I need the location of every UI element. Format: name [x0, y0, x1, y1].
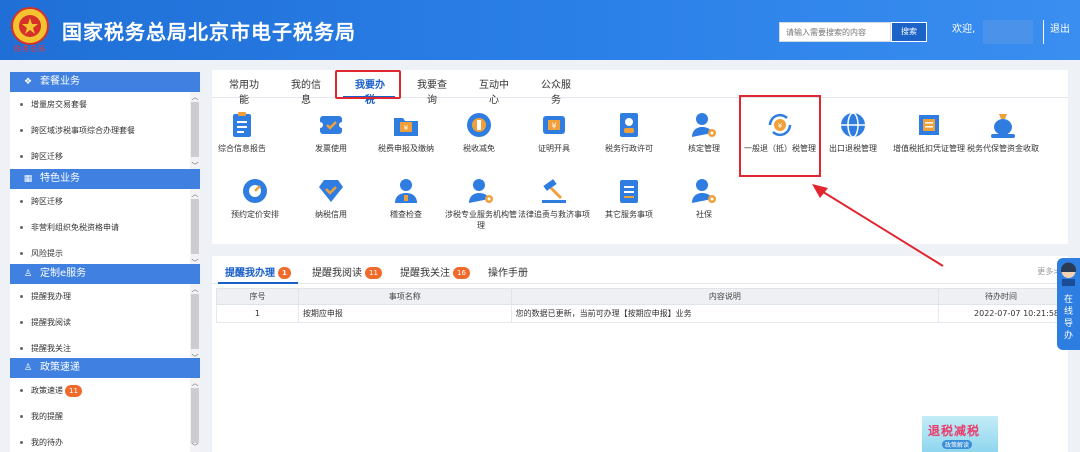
service-admin-license[interactable]: 税务行政许可: [590, 110, 668, 154]
tab-remind-handle[interactable]: 提醒我办理 1: [225, 264, 291, 279]
service-professional-org[interactable]: 涉税专业服务机构管理: [442, 176, 520, 231]
yuan-ticket-icon: ¥: [543, 116, 565, 134]
tab-manual[interactable]: 操作手册: [488, 264, 528, 279]
coin-icon: [467, 113, 491, 137]
sidebar-item[interactable]: 提醒我办理: [10, 284, 200, 310]
header-divider: [1043, 20, 1044, 44]
svg-text:¥: ¥: [404, 124, 409, 132]
sidebar-panel-packages: ❖ 套餐业务 增量房交易套餐 跨区域涉税事项综合办理套餐 跨区迁移 ︿ ﹀: [10, 72, 200, 171]
clipboard-icon: [233, 112, 251, 137]
seal-text: 税务总局: [14, 45, 46, 53]
scrollbar[interactable]: ︿﹀: [190, 378, 200, 452]
welcome-text: 欢迎,: [952, 24, 976, 35]
grid-icon: ▦: [23, 174, 33, 184]
sidebar-item[interactable]: 跨区迁移: [10, 189, 200, 215]
panel-header[interactable]: ♙ 定制e服务: [10, 264, 200, 284]
layers-icon: ❖: [23, 77, 33, 87]
tab-remind-read[interactable]: 提醒我阅读 11: [312, 264, 382, 279]
svg-text:¥: ¥: [551, 122, 556, 131]
service-other[interactable]: 其它服务事项: [590, 176, 668, 220]
sidebar-item[interactable]: 跨区迁移: [10, 144, 200, 170]
count-badge: 1: [278, 267, 291, 279]
service-legal-remedy[interactable]: 法律追责与救济事项: [515, 176, 593, 220]
money-bag-icon: [991, 114, 1015, 138]
service-custody-funds[interactable]: 税务代保管资金收取: [964, 110, 1042, 154]
tab-my-info[interactable]: 我的信息: [288, 76, 324, 106]
search-input[interactable]: [779, 22, 891, 42]
sidebar-item[interactable]: 我的待办: [10, 430, 200, 452]
sidebar-item[interactable]: 增量房交易套餐: [10, 92, 200, 118]
promo-banner[interactable]: 退税减税 政策解读: [922, 416, 998, 452]
tab-public[interactable]: 公众服务: [538, 76, 574, 106]
service-comprehensive-report[interactable]: 综合信息报告: [203, 110, 281, 154]
assistant-avatar-icon: [1061, 262, 1076, 286]
highlight-box-refund: [739, 95, 821, 177]
service-tax-reduction[interactable]: 税收减免: [440, 110, 518, 154]
reminder-tabs: 提醒我办理 1 提醒我阅读 11 提醒我关注 16 操作手册 更多>: [212, 256, 1068, 284]
service-card: 常用功能 我的信息 我要办税 我要查询 互动中心 公众服务 综合信息报告 发票使…: [212, 70, 1068, 244]
reminder-table: 序号 事项名称 内容说明 待办时间 1 按期应申报 您的数据已更新，当前可办理【…: [216, 288, 1064, 323]
active-tab-indicator: [218, 282, 298, 284]
service-tax-credit[interactable]: 纳税信用: [292, 176, 370, 220]
diamond-icon: [319, 180, 343, 202]
logout-link[interactable]: 退出: [1050, 20, 1070, 35]
main-tabs: 常用功能 我的信息 我要办税 我要查询 互动中心 公众服务: [212, 70, 1068, 106]
top-header: 税务总局 国家税务总局北京市电子税务局 搜索 欢迎, 退出: [0, 0, 1080, 60]
service-vat-deduction[interactable]: 增值税抵扣凭证管理: [890, 110, 968, 154]
ticket-icon: [317, 116, 345, 134]
person-icon: [395, 179, 417, 203]
sidebar-item[interactable]: 跨区域涉税事项综合办理套餐: [10, 118, 200, 144]
online-guide-button[interactable]: 在线导办: [1057, 258, 1080, 350]
count-badge: 16: [453, 267, 470, 279]
globe-icon: [841, 112, 865, 138]
person-gear-icon: [692, 113, 716, 137]
tab-common[interactable]: 常用功能: [226, 76, 262, 106]
list-icon: [620, 180, 638, 203]
gauge-icon: [243, 179, 267, 203]
search-button[interactable]: 搜索: [891, 22, 927, 42]
sidebar-item[interactable]: 我的提醒: [10, 404, 200, 430]
tab-query[interactable]: 我要查询: [414, 76, 450, 106]
reminder-card: 提醒我办理 1 提醒我阅读 11 提醒我关注 16 操作手册 更多> 序号 事项名称 …: [212, 256, 1068, 452]
folder-yuan-icon: ¥: [394, 118, 418, 136]
panel-header[interactable]: ❖ 套餐业务: [10, 72, 200, 92]
scrollbar[interactable]: ︿﹀: [190, 284, 200, 363]
service-inspection[interactable]: 稽查检查: [367, 176, 445, 220]
panel-header[interactable]: ▦ 特色业务: [10, 169, 200, 189]
service-tax-declaration[interactable]: ¥ 税费申报及缴纳: [367, 110, 445, 154]
sidebar-panel-custom: ♙定制e服务 提醒我办理 提醒我阅读 提醒我关注 ︿﹀: [10, 264, 200, 363]
count-badge: 11: [65, 385, 82, 397]
scrollbar[interactable]: ︿﹀: [190, 92, 200, 171]
sidebar-item[interactable]: 非营利组织免税资格申请: [10, 215, 200, 241]
user-icon: ♙: [23, 269, 33, 279]
username-redacted: [983, 20, 1033, 44]
sidebar-item[interactable]: 政策速递 11: [10, 378, 200, 404]
invoice-icon: [919, 115, 939, 135]
tax-emblem-logo: [11, 7, 49, 45]
id-card-icon: [620, 113, 638, 137]
gavel-icon: [542, 179, 566, 203]
person-gear-icon: [692, 179, 716, 203]
service-social-security[interactable]: 社保: [665, 176, 743, 220]
service-certificate[interactable]: ¥ 证明开具: [515, 110, 593, 154]
scrollbar[interactable]: ︿﹀: [190, 189, 200, 268]
sidebar-item[interactable]: 提醒我阅读: [10, 310, 200, 336]
guide-label: 在线导办: [1063, 295, 1073, 341]
user-icon: ♙: [23, 363, 33, 373]
service-invoice-use[interactable]: 发票使用: [292, 110, 370, 154]
sidebar-panel-policy: ♙ 政策速递 政策速递 11 我的提醒 我的待办 ︿ ﹀: [10, 358, 200, 452]
sidebar-panel-special: ▦ 特色业务 跨区迁移 非营利组织免税资格申请 风险提示 ︿ ﹀: [10, 169, 200, 268]
tab-interaction[interactable]: 互动中心: [476, 76, 512, 106]
tab-remind-follow[interactable]: 提醒我关注 16: [400, 264, 470, 279]
count-badge: 11: [365, 267, 382, 279]
person-gear-icon: [469, 179, 493, 203]
highlight-box-tab: [335, 70, 401, 99]
table-header: 序号 事项名称 内容说明 待办时间: [216, 288, 1064, 305]
table-row[interactable]: 1 按期应申报 您的数据已更新，当前可办理【按期应申报】业务 2022-07-0…: [216, 304, 1064, 323]
service-export-refund[interactable]: 出口退税管理: [814, 110, 892, 154]
site-title: 国家税务总局北京市电子税务局: [62, 20, 356, 44]
service-pricing-arrangement[interactable]: 预约定价安排: [216, 176, 294, 220]
service-assessment[interactable]: 核定管理: [665, 110, 743, 154]
panel-header[interactable]: ♙ 政策速递: [10, 358, 200, 378]
